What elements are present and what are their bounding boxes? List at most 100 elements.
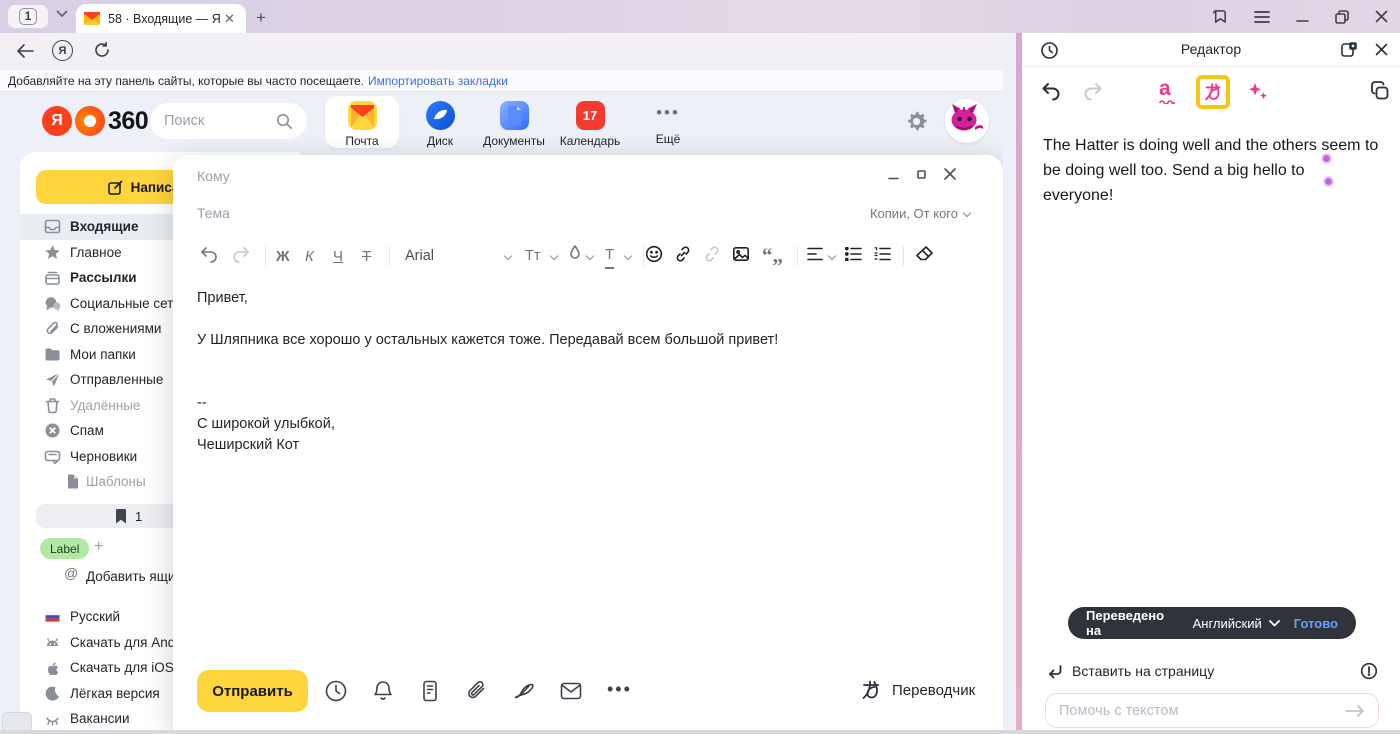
info-icon[interactable] [1360, 662, 1378, 680]
schedule-send-icon[interactable] [324, 679, 348, 703]
panel-close-icon[interactable] [1374, 42, 1389, 57]
signature-pen-icon[interactable] [512, 679, 536, 703]
restore-icon[interactable] [1335, 10, 1349, 24]
font-size-button[interactable]: Tт [525, 243, 541, 269]
language-select[interactable]: Английский [1193, 616, 1280, 631]
font-family-select[interactable]: Arial [405, 243, 434, 269]
quote-icon[interactable]: “„ [762, 243, 783, 268]
text-color-button[interactable]: Т [605, 243, 614, 269]
link-icon[interactable] [674, 245, 692, 263]
menu-icon[interactable] [1254, 10, 1270, 24]
insert-to-page-row[interactable]: Вставить на страницу [1022, 657, 1400, 687]
copy-icon[interactable] [1370, 81, 1390, 101]
cc-from-toggle[interactable]: Копии, От кого [870, 206, 971, 221]
align-chevron-icon[interactable] [829, 243, 836, 269]
font-family-chevron-icon[interactable] [505, 243, 512, 269]
app-disk[interactable]: Диск [403, 96, 477, 148]
panel-redo-icon[interactable] [1082, 81, 1104, 101]
folder-icon [44, 346, 61, 363]
panel-translate-button[interactable] [1202, 81, 1224, 103]
more-actions-icon[interactable]: ••• [607, 679, 632, 700]
app-mail[interactable]: Почта [325, 96, 399, 148]
compose-minimize-icon[interactable] [887, 168, 900, 181]
template-file-icon [64, 473, 81, 490]
spam-icon [44, 422, 61, 439]
send-button[interactable]: Отправить [197, 670, 308, 712]
strikethrough-button[interactable]: Т [362, 243, 371, 269]
mail-envelope-icon[interactable] [559, 679, 583, 703]
insert-label: Вставить на страницу [1072, 663, 1214, 679]
reminder-bell-icon[interactable] [371, 679, 395, 703]
undo-icon[interactable] [199, 245, 219, 263]
cc-chevron-icon [964, 210, 971, 217]
font-size-chevron-icon[interactable] [551, 243, 558, 269]
open-in-window-icon[interactable] [1340, 41, 1358, 59]
bullet-list-icon[interactable] [845, 247, 862, 261]
spellcheck-button[interactable]: a [1159, 77, 1175, 104]
compose-expand-icon[interactable] [916, 169, 927, 180]
to-field[interactable]: Кому [197, 168, 230, 184]
settings-gear-icon[interactable] [905, 110, 928, 133]
subject-field[interactable]: Тема [197, 205, 230, 221]
ya360-logo[interactable]: Я 360 [42, 106, 148, 136]
eraser-icon[interactable] [915, 245, 934, 262]
yandex-home-icon[interactable]: Я [52, 40, 73, 61]
template-card-icon[interactable] [418, 679, 442, 703]
highlight-color-icon[interactable] [567, 244, 583, 262]
new-tab-button[interactable]: + [256, 8, 266, 28]
panel-undo-icon[interactable] [1040, 81, 1062, 101]
address-bar-row: Я mail.yandex.ru 58 · Входящие — Яндекс … [0, 33, 1016, 70]
translated-label: Переведено на [1086, 608, 1179, 638]
unlink-icon[interactable] [703, 245, 721, 263]
avatar[interactable] [945, 99, 989, 143]
highlight-chevron-icon[interactable] [587, 243, 594, 269]
panels-icon[interactable] [1211, 8, 1228, 25]
emoji-icon[interactable] [645, 245, 663, 263]
text-color-chevron-icon[interactable] [625, 243, 632, 269]
ai-sparkles-button[interactable] [1247, 81, 1269, 103]
refresh-icon[interactable] [93, 41, 111, 59]
browser-tab[interactable]: 58 · Входящие — Яндек ✕ [76, 4, 246, 33]
app-calendar-label: Календарь [560, 134, 621, 148]
redo-icon[interactable] [231, 245, 251, 263]
insert-image-icon[interactable] [732, 245, 750, 263]
align-icon[interactable] [807, 247, 823, 261]
underline-button[interactable]: Ч [333, 243, 343, 269]
submit-arrow-icon[interactable] [1345, 704, 1365, 718]
tab-counter-button[interactable]: 1 [8, 5, 48, 28]
translated-text[interactable]: The Hatter is doing well and the others … [1043, 133, 1379, 208]
search-input[interactable]: Поиск [150, 103, 307, 139]
close-window-icon[interactable] [1375, 10, 1388, 23]
minimize-icon[interactable] [1296, 10, 1309, 23]
chat-bubbles-icon [44, 295, 61, 312]
paperclip-icon [44, 320, 61, 337]
selection-handle-icon[interactable] [1325, 178, 1332, 185]
bold-button[interactable]: Ж [276, 243, 290, 269]
numbered-list-icon[interactable] [874, 247, 891, 261]
translator-button[interactable]: Переводчик [859, 678, 975, 702]
attach-file-icon[interactable] [465, 679, 489, 703]
logo-360-text: 360 [108, 107, 148, 136]
app-more[interactable]: ••• Ещё [631, 96, 705, 148]
drafts-icon [44, 448, 61, 465]
add-label-icon[interactable]: + [94, 538, 103, 556]
compose-body-editor[interactable]: Привет, У Шляпника все хорошо у остальны… [197, 288, 837, 456]
italic-button[interactable]: К [305, 243, 314, 269]
import-bookmarks-link[interactable]: Импортировать закладки [368, 74, 508, 88]
app-calendar[interactable]: 17 Календарь [553, 96, 627, 148]
android-icon [44, 634, 61, 651]
bookmarks-hint: Добавляйте на эту панель сайты, которые … [8, 74, 364, 88]
done-button[interactable]: Готово [1294, 616, 1338, 631]
label-tag[interactable]: Label [40, 538, 89, 559]
compose-window-controls [887, 167, 957, 181]
compose-close-icon[interactable] [943, 167, 957, 181]
translator-icon [859, 678, 883, 702]
browser-window: 1 58 · Входящие — Яндек ✕ + Я [0, 0, 1400, 734]
selection-handle-icon[interactable] [1323, 155, 1330, 162]
ai-prompt-input[interactable]: Помочь с текстом [1045, 693, 1379, 728]
tab-close-icon[interactable]: ✕ [224, 11, 235, 27]
corner-widget[interactable] [2, 712, 32, 732]
app-docs[interactable]: Документы [477, 96, 551, 148]
back-icon[interactable] [16, 43, 34, 59]
tab-list-chevron-icon[interactable] [56, 10, 68, 18]
